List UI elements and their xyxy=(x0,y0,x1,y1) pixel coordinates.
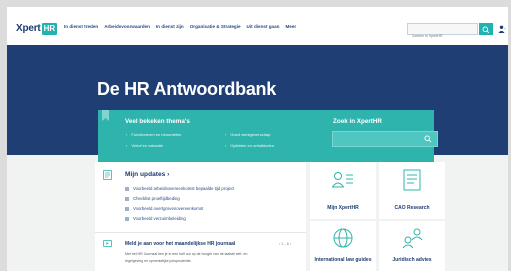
globe-icon xyxy=(333,228,353,248)
header-search-button[interactable] xyxy=(479,23,493,35)
main-menu: In dienst treden Arbeidsvoorwaarden In d… xyxy=(64,24,296,29)
advisors-icon xyxy=(402,228,423,249)
user-icon[interactable] xyxy=(498,25,506,34)
nav-meer[interactable]: Meer xyxy=(285,24,296,29)
user-list-icon xyxy=(331,172,353,188)
file-icon xyxy=(125,206,129,211)
nav-uit-dienst-gaan[interactable]: Uit dienst gaan xyxy=(247,24,280,29)
journaal-title[interactable]: Meld je aan voor het maandelijkse HR jou… xyxy=(125,241,235,247)
journaal-pager[interactable]: ‹ 1 - 6 › xyxy=(279,242,291,246)
document-icon xyxy=(103,170,112,180)
file-icon xyxy=(125,186,129,191)
page-title: De HR Antwoordbank xyxy=(97,79,276,99)
zoek-search-field[interactable] xyxy=(332,131,438,147)
tile-label: CAO Research xyxy=(394,205,430,211)
header-search-input[interactable] xyxy=(408,31,468,41)
themes-title: Veel bekeken thema's xyxy=(125,118,190,125)
update-item[interactable]: Checklist proeftijdbeding xyxy=(125,196,180,201)
header-search xyxy=(407,23,478,41)
xperthr-logo[interactable]: Xpert HR xyxy=(16,22,58,35)
nav-in-dienst-zijn[interactable]: In dienst zijn xyxy=(156,24,184,29)
bookmark-icon xyxy=(102,110,109,121)
updates-title[interactable]: Mijn updates › xyxy=(125,171,169,178)
nav-arbeidsvoorwaarden[interactable]: Arbeidsvoorwaarden xyxy=(104,24,150,29)
update-item[interactable]: Voorbeeld verzuimbeleiding xyxy=(125,216,186,221)
nav-in-dienst-treden[interactable]: In dienst treden xyxy=(64,24,98,29)
tile-label: Juridisch advies xyxy=(392,257,432,263)
tile-label: International law guides xyxy=(314,257,372,263)
journaal-text: Met het HR Journaal ben je in een half u… xyxy=(125,252,248,256)
journaal-text: regelgeving en opmerkelijke jurisprudent… xyxy=(125,259,192,263)
zoek-title: Zoek in XpertHR xyxy=(333,118,382,125)
browser-frame: Xpert HR In dienst treden Arbeidsvoorwaa… xyxy=(7,7,508,271)
theme-link-functioneren[interactable]: Functioneren en beoordelen xyxy=(126,132,181,137)
search-icon xyxy=(482,26,490,34)
nav-organisatie-strategie[interactable]: Organisatie & Strategie xyxy=(190,24,241,29)
tile-label: Mijn XpertHR xyxy=(327,205,359,211)
update-item[interactable]: Voorbeeld arbeidsovereenkomst bepaalde t… xyxy=(125,186,234,191)
top-navigation: Xpert HR In dienst treden Arbeidsvoorwaa… xyxy=(7,7,508,45)
monitor-icon xyxy=(103,240,112,247)
search-icon[interactable] xyxy=(424,135,432,143)
theme-link-verlof[interactable]: Verlof en vakantie xyxy=(126,143,163,148)
file-icon xyxy=(125,216,129,221)
update-item[interactable]: Voorbeeld overtgrovenovereenkomst xyxy=(125,206,203,211)
theme-link-goed-werkgeverschap[interactable]: Goed werkgeverschap xyxy=(225,132,270,137)
logo-text: Xpert xyxy=(16,23,41,34)
logo-badge: HR xyxy=(41,22,58,35)
theme-link-opleiden[interactable]: Opleiden en ontwikkelen xyxy=(225,143,274,148)
document-icon xyxy=(403,169,421,191)
file-icon xyxy=(125,196,129,201)
